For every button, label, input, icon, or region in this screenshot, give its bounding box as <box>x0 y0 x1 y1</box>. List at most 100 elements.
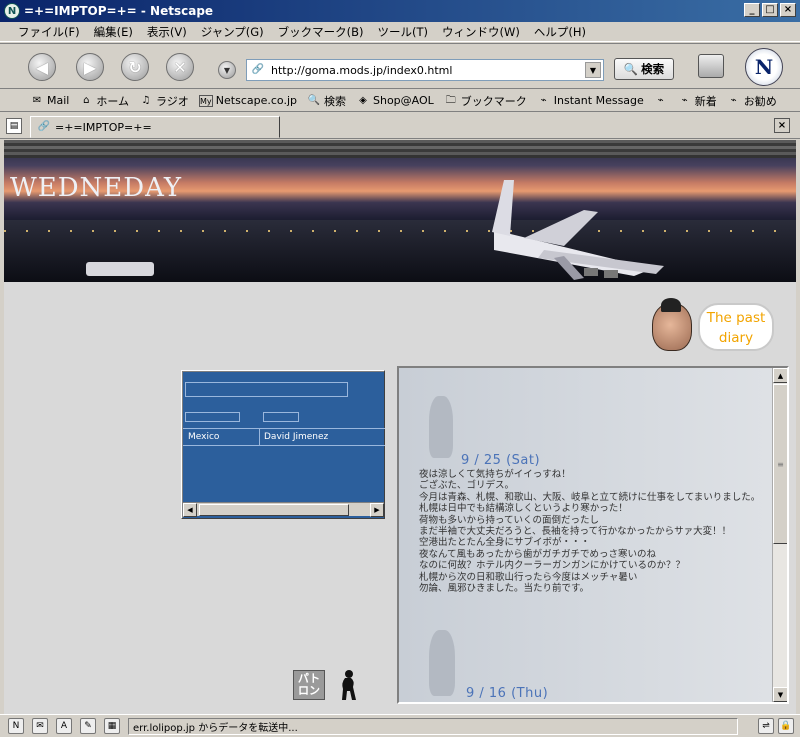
shop-icon: ◈ <box>359 94 367 106</box>
toolbar-item-new[interactable]: ⌁ 新着 <box>678 93 717 109</box>
scroll-up-button[interactable]: ▲ <box>773 368 787 383</box>
location-dropdown-button[interactable]: ▼ <box>218 61 236 79</box>
scroll-thumb[interactable]: ≡ <box>773 384 787 544</box>
mail-icon: ✉ <box>32 94 42 106</box>
aim-icon[interactable]: A <box>56 718 72 734</box>
scroll-left-button[interactable]: ◀ <box>183 503 197 517</box>
window-title-bar: N =+=IMPTOP=+= - Netscape _ □ × <box>0 0 800 22</box>
headphones-icon: ♫ <box>141 94 151 106</box>
form-field-short-1[interactable] <box>185 412 240 422</box>
banner-image: WEDNEDAY <box>4 140 796 282</box>
mail-icon[interactable]: ✉ <box>32 718 48 734</box>
entry-date: 9 / 25 (Sat) <box>461 453 541 468</box>
close-icon: × <box>777 120 787 131</box>
menu-help[interactable]: ヘルプ(H) <box>534 24 586 40</box>
menu-edit[interactable]: 編集(E) <box>94 24 133 40</box>
navigation-toolbar: ◀ ▶ ↻ ✕ ▼ 🔗 http://goma.mods.jp/index0.h… <box>0 43 800 89</box>
link-icon: ⌁ <box>730 94 737 106</box>
diary-frame: 9 / 25 (Sat) 夜は涼しくて気持ちがイイっすね！ ござぶた、ゴリデス。… <box>397 366 789 704</box>
print-icon[interactable] <box>698 54 724 78</box>
entry-line: なのに何故？ホテル内クーラーガンガンにかけているのか？？ <box>419 560 686 572</box>
entry-line: 札幌は日中でも結構涼しくというより寒かった！ <box>419 503 628 515</box>
toolbar-item-recommended[interactable]: ⌁ お勧め <box>727 93 777 109</box>
patron-logo[interactable]: パトロン <box>293 670 325 700</box>
toolbar-item-netscape[interactable]: My Netscape.co.jp <box>198 94 297 107</box>
netscape-status-icon[interactable]: N <box>8 718 24 734</box>
scroll-right-button[interactable]: ▶ <box>370 503 384 517</box>
menu-bar: ファイル(F) 編集(E) 表示(V) ジャンプ(G) ブックマーク(B) ツー… <box>0 22 800 42</box>
forward-button[interactable]: ▶ <box>76 53 104 81</box>
toolbar-item-mail[interactable]: ✉ Mail <box>30 94 70 107</box>
past-diary-link[interactable]: The past diary <box>652 298 777 353</box>
back-button[interactable]: ◀ <box>28 53 56 81</box>
scroll-down-button[interactable]: ▼ <box>773 687 787 702</box>
silhouette-figure-icon <box>429 396 453 458</box>
netscape-app-icon: N <box>4 3 20 19</box>
form-field-short-2[interactable] <box>263 412 299 422</box>
entry-line: ござぶた、ゴリデス。 <box>419 480 515 492</box>
menu-file[interactable]: ファイル(F) <box>18 24 80 40</box>
speech-bubble: The past diary <box>698 303 774 351</box>
banner-runway-lights <box>4 230 796 232</box>
toolbar-item-shop[interactable]: ◈ Shop@AOL <box>356 94 434 107</box>
menu-window[interactable]: ウィンドウ(W) <box>442 24 520 40</box>
folder-icon: 🗀 <box>445 94 456 106</box>
menu-bookmarks[interactable]: ブックマーク(B) <box>278 24 364 40</box>
tab-strip: ▤ 🔗 =+=IMPTOP=+= × <box>0 113 800 139</box>
banner-title: WEDNEDAY <box>10 173 183 203</box>
link-icon: ⌁ <box>657 94 664 106</box>
stop-icon: ✕ <box>173 57 187 77</box>
close-button[interactable]: × <box>780 3 796 17</box>
tab-imptop[interactable]: 🔗 =+=IMPTOP=+= <box>30 116 280 138</box>
sidebar-toggle-icon[interactable]: ▤ <box>6 118 22 134</box>
close-tab-button[interactable]: × <box>774 118 790 133</box>
entry-line: まだ半袖で大丈夫だろうと、長袖を持って行かなかったからサァ大変！！ <box>419 526 732 538</box>
menu-go[interactable]: ジャンプ(G) <box>201 24 264 40</box>
menu-tools[interactable]: ツール(T) <box>378 24 429 40</box>
address-book-icon[interactable]: ▦ <box>104 718 120 734</box>
evolution-figure-icon[interactable] <box>337 669 359 701</box>
forward-arrow-icon: ▶ <box>83 57 97 77</box>
toolbar-item-instant-message[interactable]: ⌁ Instant Message <box>537 94 644 107</box>
airport-bus <box>86 262 154 276</box>
personal-toolbar: ✉ Mail ⌂ ホーム ♫ ラジオ My Netscape.co.jp 🔍 検索 ◈ Sh… <box>0 90 800 112</box>
search-button-label: 検索 <box>641 62 665 76</box>
home-icon: ⌂ <box>83 94 90 106</box>
page-icon: 🔗 <box>251 64 265 75</box>
form-field-main[interactable] <box>185 382 348 397</box>
horizontal-scrollbar[interactable]: ◀ ▶ <box>183 502 384 517</box>
airplane-image <box>492 180 664 280</box>
netscape-logo[interactable]: N <box>745 48 783 86</box>
link-icon: ⌁ <box>540 94 547 106</box>
name-cell: David Jimenez <box>264 432 329 442</box>
country-cell: Mexico <box>183 429 260 445</box>
minimize-button[interactable]: _ <box>744 3 760 17</box>
toolbar-item-search[interactable]: 🔍 検索 <box>307 93 346 109</box>
composer-icon[interactable]: ✎ <box>80 718 96 734</box>
link-icon: ⌁ <box>681 94 688 106</box>
url-text: http://goma.mods.jp/index0.html <box>271 63 453 77</box>
lock-icon[interactable]: 🔒 <box>778 718 794 734</box>
search-button[interactable]: 🔍 検索 <box>614 58 674 80</box>
vertical-scrollbar[interactable]: ▲ ≡ ▼ <box>772 368 787 702</box>
reload-button[interactable]: ↻ <box>121 53 149 81</box>
back-arrow-icon: ◀ <box>35 57 49 77</box>
stop-button[interactable]: ✕ <box>166 53 194 81</box>
entry-line: 札幌から次の日和歌山行ったら今度はメッチャ暑い <box>419 571 638 583</box>
url-history-dropdown[interactable]: ▼ <box>585 62 601 78</box>
page-icon: 🔗 <box>37 121 51 132</box>
status-message: err.lolipop.jp からデータを転送中... <box>128 718 738 735</box>
toolbar-item-home[interactable]: ⌂ ホーム <box>79 93 129 109</box>
toolbar-item-link[interactable]: ⌁ <box>654 95 668 107</box>
toolbar-item-radio[interactable]: ♫ ラジオ <box>139 93 189 109</box>
maximize-button[interactable]: □ <box>762 3 778 17</box>
table-row[interactable]: Mexico David Jimenez <box>183 428 385 446</box>
silhouette-figure-icon <box>429 630 455 696</box>
toolbar-item-bookmarks[interactable]: 🗀 ブックマーク <box>444 93 527 109</box>
form-panel: Mexico David Jimenez ◀ ▶ <box>181 370 385 519</box>
entry-line: 夜は涼しくて気持ちがイイっすね！ <box>419 469 571 480</box>
menu-view[interactable]: 表示(V) <box>147 24 187 40</box>
magnifier-icon: 🔍 <box>623 62 639 76</box>
url-input[interactable]: 🔗 http://goma.mods.jp/index0.html ▼ <box>246 59 604 81</box>
scroll-thumb[interactable] <box>199 504 349 516</box>
